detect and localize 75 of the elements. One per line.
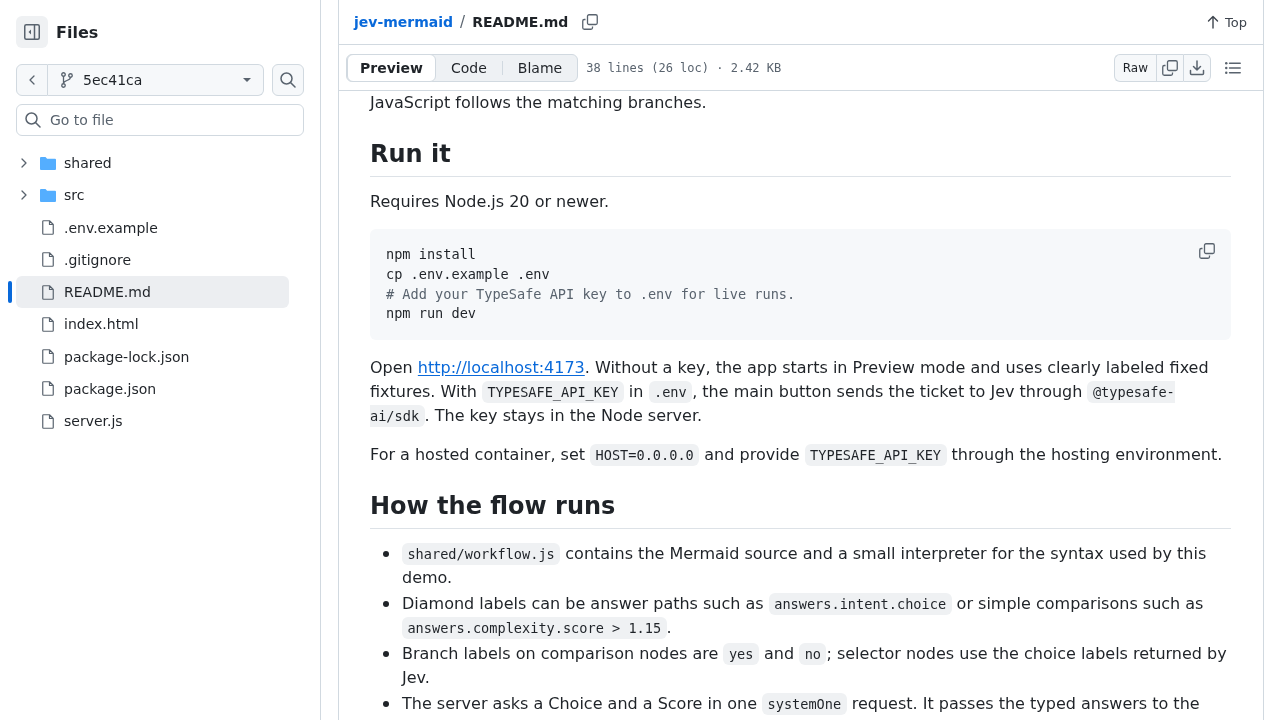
- tree-item[interactable]: shared: [16, 147, 289, 180]
- copy-button[interactable]: [1156, 53, 1183, 82]
- inline-code: answers.intent.choice: [768, 593, 952, 615]
- inline-code: HOST=0.0.0.0: [590, 444, 700, 466]
- file-icon: [42, 381, 54, 397]
- inline-code: shared/workflow.js: [402, 543, 561, 565]
- code-line: npm install: [386, 245, 477, 265]
- code-line: cp .env.example .env: [386, 264, 550, 284]
- sidebar-panel-icon: [24, 24, 40, 40]
- inline-code: TYPESAFE_API_KEY: [481, 381, 624, 403]
- arrow-up-icon: [1207, 15, 1220, 29]
- top-button[interactable]: Top: [1199, 10, 1255, 34]
- file-icon: [42, 413, 54, 429]
- download-icon: [1189, 59, 1205, 76]
- view-tab[interactable]: Blame: [502, 53, 578, 82]
- search-icon: [280, 72, 296, 88]
- list-item-text: The server asks a Choice and a Score in one systemOne request. It passes the typed answers to the: [402, 692, 1200, 717]
- paragraph: For a hosted container, set HOST=0.0.0.0 and provide TYPESAFE_API_KEY through the hosting environment.: [370, 443, 1223, 467]
- inline-code: .env: [648, 381, 693, 403]
- branch-icon: [61, 72, 73, 88]
- folder-icon: [40, 188, 56, 202]
- bullet-icon: [383, 551, 389, 558]
- paragraph: Requires Node.js 20 or newer.: [370, 191, 610, 214]
- inline-code: systemOne: [762, 693, 847, 715]
- search-button[interactable]: [272, 64, 304, 96]
- section-heading: Run it: [370, 140, 451, 168]
- inline-code: answers.complexity.score > 1.15: [402, 617, 667, 639]
- file-stats: 38 lines (26 loc) · 2.42 KB: [586, 60, 782, 75]
- paragraph: Open http://localhost:4173. Without a key, the app starts in Preview mode and uses clearly labeled fixed fixtures. With TYPESAFE_API_KEY in .env , the main button sends the ticket to Jev through @typesafe-ai/sdk . The key stays in the Node server.: [370, 357, 1210, 428]
- code-line: npm run dev: [386, 304, 477, 324]
- tree-item[interactable]: README.md: [16, 276, 289, 309]
- caret-icon: [243, 78, 251, 82]
- paragraph: JavaScript follows the matching branches.: [370, 92, 707, 114]
- bullet-icon: [383, 601, 389, 608]
- file-icon: [42, 252, 54, 268]
- list-item-text: Branch labels on comparison nodes are yes and no ; selector nodes use the choice labels returned by Jev.: [402, 642, 1228, 690]
- tree-item[interactable]: src: [16, 179, 289, 212]
- tree-item[interactable]: package.json: [16, 372, 289, 405]
- code-comment: # Add your TypeSafe API key to .env for live runs.: [386, 284, 796, 304]
- bullet-icon: [383, 701, 389, 708]
- list-item-text: Diamond labels can be answer paths such as answers.intent.choice or simple comparisons such as answers.complexity.score > 1.15 .: [402, 592, 1205, 641]
- list-item-text: shared/workflow.js contains the Mermaid source and a small interpreter for the syntax used by this demo.: [402, 542, 1208, 590]
- file-icon: [42, 349, 54, 365]
- download-button[interactable]: [1183, 53, 1211, 82]
- go-to-file-field[interactable]: Go to file: [16, 104, 304, 136]
- chevron-left-icon: [29, 75, 35, 85]
- view-tab[interactable]: Preview: [347, 53, 436, 82]
- bullet-icon: [383, 651, 389, 658]
- list-icon: [1225, 61, 1241, 74]
- file-icon: [42, 316, 54, 332]
- file-name: README.md: [472, 14, 569, 30]
- sidebar-title: Files: [56, 22, 99, 42]
- search-icon: [25, 112, 41, 128]
- file-icon: [42, 220, 54, 236]
- view-tab[interactable]: Code: [436, 53, 502, 82]
- tree-item[interactable]: index.html: [16, 308, 289, 341]
- section-heading: How the flow runs: [370, 492, 616, 520]
- repo-link[interactable]: jev-mermaid: [354, 14, 454, 30]
- tree-item[interactable]: package-lock.json: [16, 340, 289, 373]
- link[interactable]: http://localhost:4173: [417, 358, 585, 377]
- tree-item[interactable]: server.js: [16, 405, 289, 438]
- copy-icon: [582, 14, 599, 30]
- path-separator: /: [459, 13, 467, 31]
- inline-code: TYPESAFE_API_KEY: [804, 444, 947, 466]
- tree-item[interactable]: .env.example: [16, 211, 289, 244]
- folder-icon: [40, 156, 56, 170]
- inline-code: yes: [723, 643, 759, 665]
- branch-selector[interactable]: 5ec41ca: [48, 64, 264, 96]
- copy-icon: [1199, 243, 1215, 260]
- raw-button[interactable]: Raw: [1113, 53, 1156, 82]
- tree-item[interactable]: .gitignore: [16, 243, 289, 276]
- file-icon: [42, 284, 54, 300]
- collapse-sidebar-button[interactable]: [16, 16, 48, 48]
- inline-code: no: [799, 643, 827, 665]
- copy-icon: [1162, 59, 1178, 76]
